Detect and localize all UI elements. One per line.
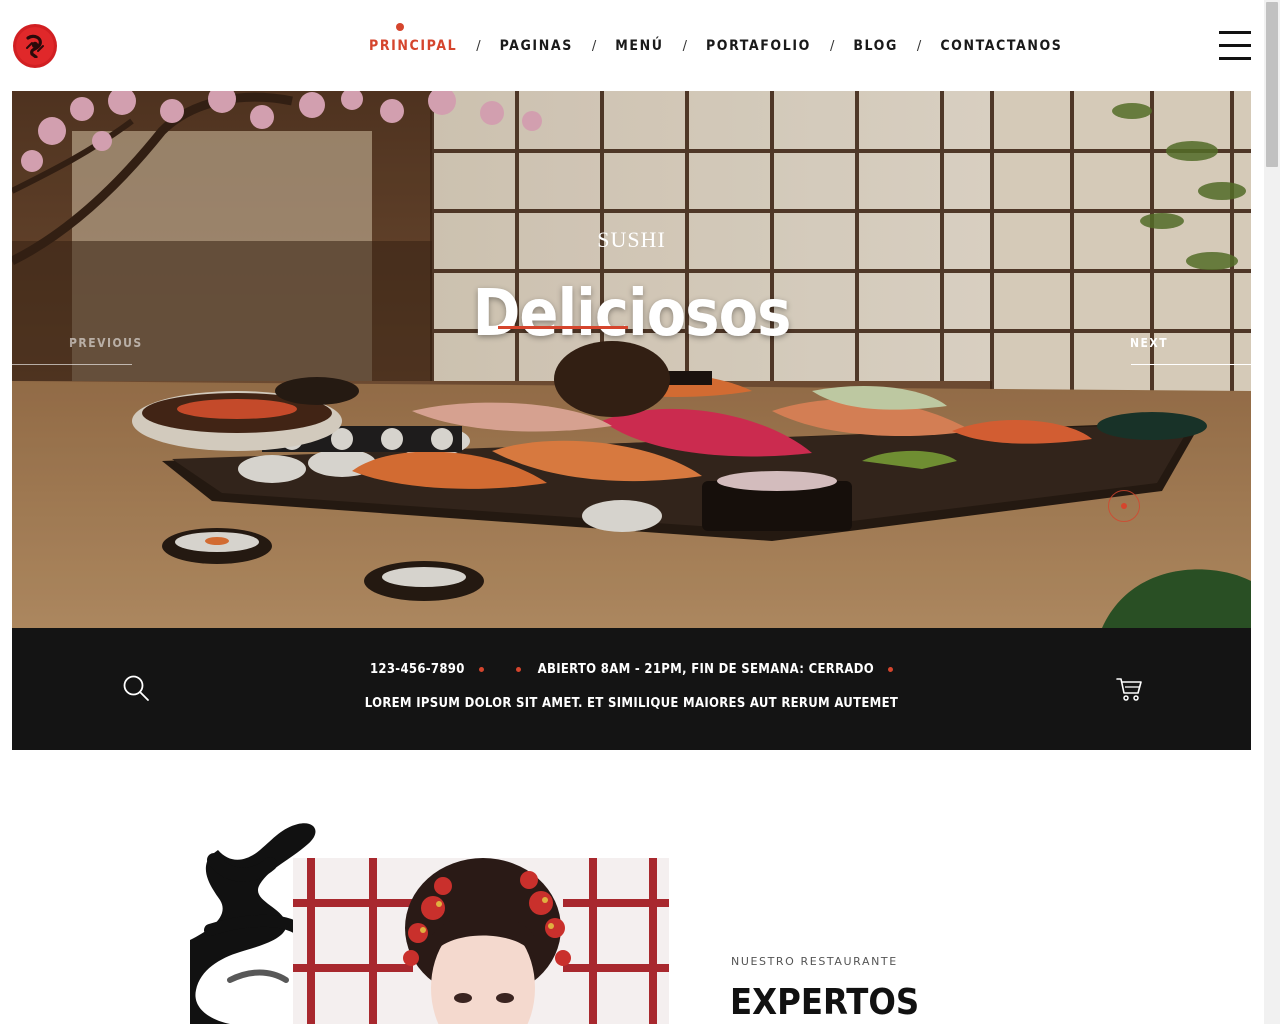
nav-separator: /: [829, 38, 835, 54]
tagline: LOREM IPSUM DOLOR SIT AMET. ET SIMILIQUE…: [364, 696, 899, 711]
separator-dot: [515, 667, 521, 672]
section-kicker: NUESTRO RESTAURANTE: [731, 955, 898, 968]
hero-background-image: [12, 91, 1251, 628]
nav-item-principal[interactable]: PRINCIPAL: [369, 23, 458, 54]
nav-label: BLOG: [853, 38, 898, 54]
nav-label: MENÚ: [615, 38, 664, 54]
nav-separator: /: [682, 38, 687, 54]
slider-dot-icon[interactable]: [1108, 490, 1140, 522]
hero-kicker: SUSHI: [597, 227, 666, 252]
active-indicator-dot: [396, 23, 404, 31]
nav-separator: /: [591, 38, 597, 54]
nav-label: CONTACTANOS: [940, 38, 1063, 54]
cart-icon[interactable]: [1115, 674, 1143, 702]
nav-item-portafolio[interactable]: PORTAFOLIO: [706, 38, 811, 54]
sushi-logo-icon[interactable]: [13, 24, 57, 68]
separator-dot: [478, 667, 484, 672]
portrait-illustration: [293, 858, 669, 1024]
geisha-portrait-image: [293, 858, 669, 1024]
site-header: PRINCIPAL / PAGINAS / MENÚ / PORTAFOLIO …: [0, 0, 1264, 91]
hero-slider: SUSHI Deliciosos PREVIOUS NEXT: [12, 91, 1251, 628]
slider-previous-button[interactable]: PREVIOUS: [69, 336, 143, 350]
nav-separator: /: [476, 38, 481, 54]
phone-number[interactable]: 123-456-7890: [370, 662, 465, 677]
hero-title-accent-line: [498, 326, 628, 329]
logo-glyph-icon: [26, 34, 44, 58]
nav-label: PORTAFOLIO: [705, 38, 811, 54]
nav-item-paginas[interactable]: PAGINAS: [500, 38, 573, 54]
hamburger-menu-icon[interactable]: [1219, 31, 1251, 61]
separator-dot: [888, 667, 894, 672]
scrollbar-thumb[interactable]: [1266, 2, 1278, 167]
section-title: EXPERTOS: [730, 982, 920, 1023]
slider-previous-line: [12, 364, 132, 365]
nav-item-menu[interactable]: MENÚ: [615, 38, 663, 54]
page-scrollbar[interactable]: [1264, 0, 1280, 1024]
opening-hours: ABIERTO 8AM - 21PM, FIN DE SEMANA: CERRA…: [537, 662, 875, 677]
nav-separator: /: [916, 38, 922, 54]
info-bar: 123-456-7890 ABIERTO 8AM - 21PM, FIN DE …: [12, 628, 1251, 750]
nav-item-blog[interactable]: BLOG: [853, 38, 898, 54]
nav-label: PRINCIPAL: [369, 38, 458, 54]
nav-item-contactanos[interactable]: CONTACTANOS: [940, 38, 1062, 54]
main-nav: PRINCIPAL / PAGINAS / MENÚ / PORTAFOLIO …: [369, 23, 1062, 56]
hero-title: Deliciosos: [472, 277, 792, 351]
slider-next-button[interactable]: NEXT: [1130, 336, 1168, 350]
slider-next-line: [1131, 364, 1251, 365]
contact-line: 123-456-7890 ABIERTO 8AM - 21PM, FIN DE …: [12, 662, 1251, 677]
nav-label: PAGINAS: [499, 38, 573, 54]
